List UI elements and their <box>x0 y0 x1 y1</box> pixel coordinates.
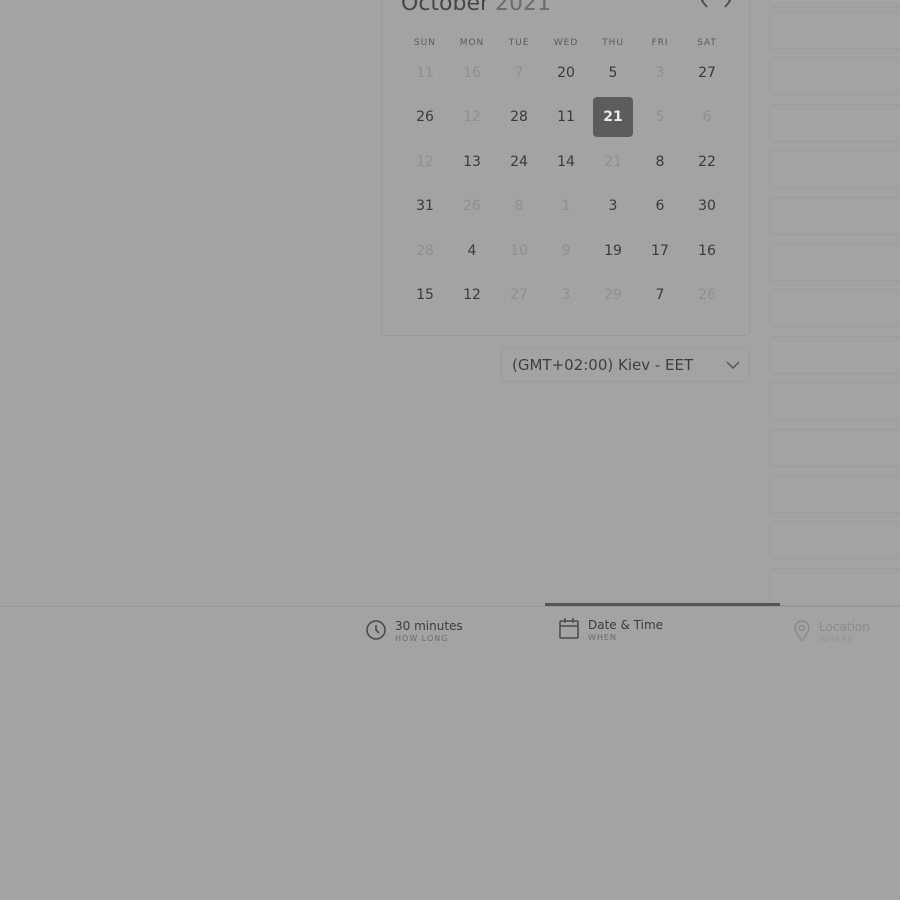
calendar-day[interactable]: 26 <box>405 97 445 137</box>
step-date-time-subtitle: WHEN <box>588 633 617 642</box>
timezone-select[interactable]: (GMT+02:00) Kiev - EET <box>501 347 750 382</box>
calendar-day[interactable]: 4 <box>452 231 492 271</box>
step-duration-subtitle: HOW LONG <box>395 634 449 643</box>
calendar-day: 3 <box>561 287 571 303</box>
calendar-day: 10 <box>510 243 528 259</box>
calendar-day-selected[interactable]: 21 <box>593 97 633 137</box>
time-slot-button[interactable] <box>769 382 900 421</box>
time-slot-button[interactable] <box>769 150 900 189</box>
calendar-day[interactable]: 30 <box>687 186 727 226</box>
calendar-day[interactable]: 31 <box>405 186 445 226</box>
calendar-month-title: October 2021 <box>401 0 551 17</box>
calendar-day[interactable]: 5 <box>593 53 633 93</box>
calendar-day[interactable]: 17 <box>640 231 680 271</box>
time-slot-button[interactable] <box>769 243 900 281</box>
calendar-day[interactable]: 15 <box>405 275 445 315</box>
calendar-day[interactable]: 28 <box>499 97 539 137</box>
chevron-down-icon <box>726 361 740 370</box>
calendar-day[interactable]: 14 <box>546 142 586 182</box>
step-location-subtitle: WHERE <box>819 635 854 644</box>
time-slot-button[interactable] <box>769 335 900 374</box>
calendar-day[interactable]: 19 <box>593 231 633 271</box>
calendar-day: 12 <box>416 154 434 170</box>
timezone-value: (GMT+02:00) Kiev - EET <box>512 355 694 374</box>
calendar-day: 28 <box>416 243 434 259</box>
time-slot-button[interactable] <box>769 11 900 49</box>
calendar-day: 26 <box>698 287 716 303</box>
weekday-label: MON <box>459 38 485 48</box>
calendar-day: 9 <box>561 243 571 259</box>
calendar-day: 26 <box>463 198 481 214</box>
step-date-time[interactable]: Date & Time WHEN <box>558 617 663 645</box>
calendar-day: 6 <box>702 109 712 125</box>
step-location[interactable]: Location WHERE <box>793 619 870 647</box>
calendar-day: 1 <box>561 198 571 214</box>
chevron-right-icon <box>724 0 732 8</box>
year-label: 2021 <box>495 0 552 16</box>
time-slot-button[interactable] <box>769 521 900 560</box>
location-pin-icon <box>793 619 811 647</box>
calendar-day: 11 <box>416 65 434 81</box>
weekday-label: WED <box>553 38 579 48</box>
previous-month-button[interactable] <box>696 0 714 12</box>
calendar-day[interactable]: 20 <box>546 53 586 93</box>
calendar-day[interactable]: 7 <box>640 275 680 315</box>
time-slot-button[interactable] <box>769 567 900 606</box>
time-slot-button[interactable] <box>769 103 900 142</box>
next-month-button[interactable] <box>718 0 736 12</box>
calendar-day[interactable]: 24 <box>499 142 539 182</box>
calendar-day: 12 <box>463 109 481 125</box>
step-date-time-title: Date & Time <box>588 618 664 632</box>
calendar-day[interactable]: 22 <box>687 142 727 182</box>
step-duration[interactable]: 30 minutes HOW LONG <box>365 619 463 645</box>
calendar-day[interactable]: 6 <box>640 186 680 226</box>
calendar-day: 7 <box>514 65 524 81</box>
calendar-day: 29 <box>604 287 622 303</box>
step-location-title: Location <box>819 620 870 634</box>
time-slot-button[interactable] <box>769 428 900 467</box>
step-duration-title: 30 minutes <box>395 619 463 633</box>
time-slot-button[interactable] <box>769 289 900 328</box>
weekday-label: SAT <box>697 38 717 48</box>
calendar-icon <box>558 617 580 645</box>
calendar-day: 27 <box>510 287 528 303</box>
calendar-day: 3 <box>655 65 665 81</box>
time-slot-button[interactable] <box>769 475 900 513</box>
calendar-day: 8 <box>514 198 524 214</box>
calendar-day[interactable]: 13 <box>452 142 492 182</box>
calendar-day[interactable]: 16 <box>687 231 727 271</box>
weekday-label: THU <box>602 38 624 48</box>
chevron-left-icon <box>700 0 708 8</box>
active-step-indicator <box>545 603 780 606</box>
time-slot-button[interactable] <box>769 0 900 8</box>
calendar-day: 16 <box>463 65 481 81</box>
month-label: October <box>401 0 490 16</box>
time-slot-button[interactable] <box>769 57 900 96</box>
calendar-day: 5 <box>655 109 665 125</box>
calendar-day[interactable]: 8 <box>640 142 680 182</box>
steps-divider <box>0 606 900 607</box>
calendar-day[interactable]: 11 <box>546 97 586 137</box>
calendar-day[interactable]: 12 <box>452 275 492 315</box>
calendar-day[interactable]: 3 <box>593 186 633 226</box>
weekday-label: FRI <box>651 38 669 48</box>
time-slot-button[interactable] <box>769 196 900 235</box>
weekday-label: TUE <box>508 38 530 48</box>
calendar-day[interactable]: 27 <box>687 53 727 93</box>
calendar-day: 21 <box>604 154 622 170</box>
clock-icon <box>365 619 387 645</box>
weekday-label: SUN <box>413 38 437 48</box>
